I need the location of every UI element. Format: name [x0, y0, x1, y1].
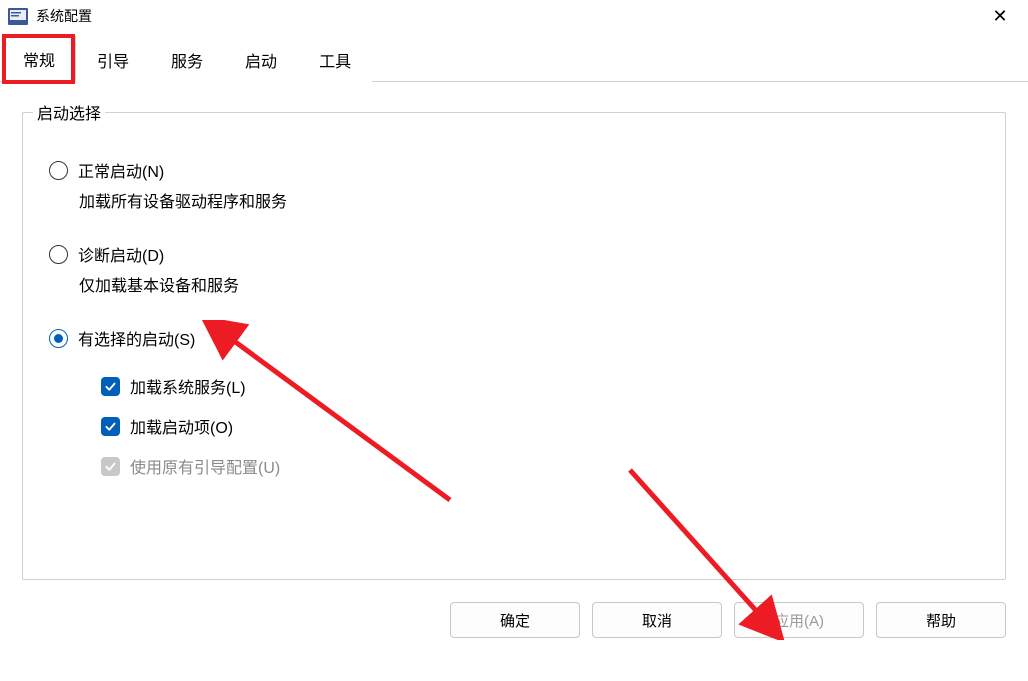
checkbox-label: 使用原有引导配置(U): [130, 454, 280, 478]
tab-label: 服务: [171, 54, 203, 71]
tab-label: 引导: [97, 54, 129, 71]
option-normal-desc: 加载所有设备驱动程序和服务: [23, 184, 1005, 236]
tab-tools[interactable]: 工具: [298, 37, 372, 82]
tab-services[interactable]: 服务: [150, 37, 224, 82]
checkbox-icon: [101, 457, 120, 476]
tab-label: 工具: [319, 54, 351, 71]
option-diagnostic-startup[interactable]: 诊断启动(D): [23, 236, 1005, 268]
checkbox-icon: [101, 377, 120, 396]
window-title: 系统配置: [36, 6, 980, 26]
titlebar: 系统配置 ✕: [0, 0, 1028, 32]
startup-selection-group: 启动选择 正常启动(N) 加载所有设备驱动程序和服务 诊断启动(D) 仅加载基本…: [22, 100, 1006, 580]
option-normal-startup[interactable]: 正常启动(N): [23, 152, 1005, 184]
msconfig-icon: [8, 8, 28, 25]
option-label: 诊断启动(D): [78, 242, 164, 266]
radio-icon: [49, 161, 68, 180]
apply-button[interactable]: 应用(A): [734, 602, 864, 638]
tab-label: 常规: [23, 53, 55, 70]
help-button[interactable]: 帮助: [876, 602, 1006, 638]
option-label: 正常启动(N): [78, 158, 164, 182]
option-diagnostic-desc: 仅加载基本设备和服务: [23, 268, 1005, 320]
checkbox-load-startup-items[interactable]: 加载启动项(O): [23, 406, 1005, 446]
radio-icon: [49, 329, 68, 348]
dialog-buttons: 确定 取消 应用(A) 帮助: [0, 590, 1028, 638]
checkbox-label: 加载启动项(O): [130, 414, 233, 438]
checkbox-use-original-boot: 使用原有引导配置(U): [23, 446, 1005, 486]
close-icon: ✕: [992, 6, 1007, 27]
tab-label: 启动: [245, 54, 277, 71]
checkbox-label: 加载系统服务(L): [130, 374, 246, 398]
tab-general[interactable]: 常规: [2, 36, 76, 82]
radio-icon: [49, 245, 68, 264]
tab-boot[interactable]: 引导: [76, 37, 150, 82]
ok-button[interactable]: 确定: [450, 602, 580, 638]
checkbox-load-system-services[interactable]: 加载系统服务(L): [23, 366, 1005, 406]
cancel-button[interactable]: 取消: [592, 602, 722, 638]
checkbox-icon: [101, 417, 120, 436]
close-button[interactable]: ✕: [980, 2, 1020, 30]
tab-bar: 常规 引导 服务 启动 工具: [0, 32, 1028, 82]
option-label: 有选择的启动(S): [78, 326, 195, 350]
tab-startup[interactable]: 启动: [224, 37, 298, 82]
option-selective-startup[interactable]: 有选择的启动(S): [23, 320, 1005, 352]
tab-content-general: 启动选择 正常启动(N) 加载所有设备驱动程序和服务 诊断启动(D) 仅加载基本…: [0, 82, 1028, 590]
group-legend: 启动选择: [33, 100, 105, 124]
